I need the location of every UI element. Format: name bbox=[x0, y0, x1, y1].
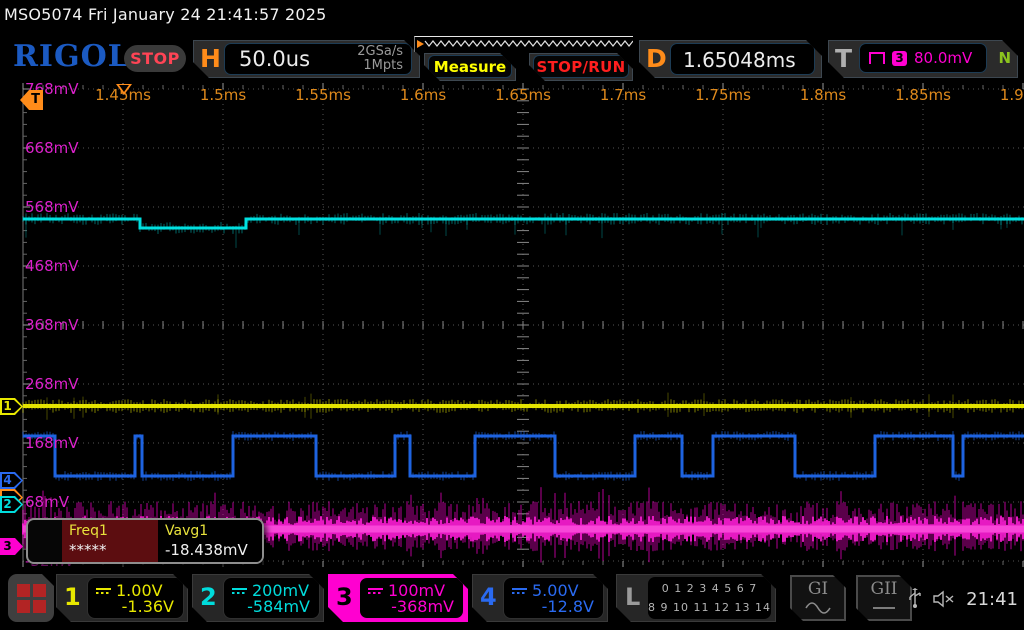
dc-coupling-icon bbox=[368, 588, 383, 594]
rigol-logo: RIGOL bbox=[13, 39, 130, 74]
channel-marker-4[interactable]: 4 bbox=[0, 472, 23, 489]
trigger-source-badge: 3 bbox=[892, 51, 907, 66]
sine-icon bbox=[805, 602, 831, 614]
waveform-canvas bbox=[0, 82, 1024, 568]
trigger-level-value: 80.0mV bbox=[914, 49, 972, 67]
time-label: 1.6ms bbox=[400, 86, 446, 104]
measure-item-vavg1[interactable]: Vavg1 -18.438mV bbox=[158, 520, 262, 562]
logic-channels-status[interactable]: L 0 1 2 3 4 5 6 7 8 9 10 11 12 13 14 15 bbox=[616, 574, 776, 622]
top-bar: MSO5074 Fri January 24 21:41:57 2025 bbox=[0, 0, 1024, 30]
h-label: H bbox=[200, 44, 221, 73]
menu-grid-icon bbox=[17, 584, 30, 597]
horizontal-timebase-panel[interactable]: H 50.0us 2GSa/s 1Mpts bbox=[193, 40, 420, 78]
d-label: D bbox=[646, 44, 667, 73]
channel-marker-1[interactable]: 1 bbox=[0, 398, 23, 415]
measure-item-freq1[interactable]: Freq1 ***** bbox=[62, 520, 158, 562]
timebase-box: 50.0us 2GSa/s 1Mpts bbox=[224, 43, 412, 75]
time-label: 1.9ms bbox=[1000, 86, 1024, 104]
channel4-offset: -12.8V bbox=[542, 597, 594, 616]
usb-icon bbox=[908, 588, 922, 610]
channel-marker-3[interactable]: 3 bbox=[0, 538, 23, 555]
volt-label: 568mV bbox=[25, 198, 79, 216]
channel4-status[interactable]: 4 5.00V -12.8V bbox=[472, 574, 608, 622]
volt-label: 468mV bbox=[25, 257, 79, 275]
channel1-status[interactable]: 1 1.00V -1.36V bbox=[56, 574, 188, 622]
preview-position-arrow-icon bbox=[417, 40, 424, 48]
trigger-mode: N bbox=[998, 49, 1011, 67]
run-state-indicator: STOP bbox=[124, 45, 186, 72]
bottom-status-bar: 1 1.00V -1.36V 2 200mV -584mV 3 100mV -3… bbox=[0, 568, 1024, 630]
volt-label: 668mV bbox=[25, 139, 79, 157]
time-label: 1.7ms bbox=[600, 86, 646, 104]
volt-label: 168mV bbox=[25, 434, 79, 452]
time-label: 1.55ms bbox=[295, 86, 351, 104]
channel2-status[interactable]: 2 200mV -584mV bbox=[192, 574, 324, 622]
model-and-datetime: MSO5074 Fri January 24 21:41:57 2025 bbox=[4, 5, 327, 24]
measure-button[interactable]: Measure bbox=[424, 53, 516, 81]
waveform-display-area: 1.45ms1.5ms1.55ms1.6ms1.65ms1.7ms1.75ms1… bbox=[0, 82, 1024, 568]
dc-coupling-icon bbox=[96, 588, 111, 594]
channel3-offset: -368mV bbox=[391, 597, 454, 616]
dc-coupling-icon bbox=[512, 588, 527, 594]
channel1-offset: -1.36V bbox=[122, 597, 174, 616]
oscilloscope-screen: MSO5074 Fri January 24 21:41:57 2025 RIG… bbox=[0, 0, 1024, 630]
generator1-button[interactable]: GI bbox=[790, 575, 846, 621]
waveform-preview-strip[interactable] bbox=[414, 36, 633, 52]
trigger-panel[interactable]: T 3 80.0mV N bbox=[828, 40, 1018, 78]
line-icon bbox=[871, 602, 897, 614]
measurement-popup: Freq1 ***** Vavg1 -18.438mV bbox=[26, 518, 264, 564]
channel3-status[interactable]: 3 100mV -368mV bbox=[328, 574, 468, 622]
stop-run-button[interactable]: STOP/RUN bbox=[529, 53, 633, 81]
timebase-value: 50.0us bbox=[239, 47, 310, 71]
clock: 21:41 bbox=[966, 589, 1018, 610]
header-bar: RIGOL STOP H 50.0us 2GSa/s 1Mpts Measure bbox=[0, 30, 1024, 82]
channel2-offset: -584mV bbox=[247, 597, 310, 616]
time-label: 1.5ms bbox=[200, 86, 246, 104]
logic-row-8-15: 8 9 10 11 12 13 14 15 bbox=[648, 598, 771, 630]
generator2-button[interactable]: GII bbox=[856, 575, 912, 621]
status-icons: 21:41 bbox=[908, 568, 1018, 630]
time-label: 1.75ms bbox=[695, 86, 751, 104]
t-label: T bbox=[835, 44, 852, 73]
logic-row-0-7: 0 1 2 3 4 5 6 7 bbox=[648, 579, 771, 598]
measure-popup-spacer bbox=[28, 520, 62, 562]
sample-rate-memdepth: 2GSa/s 1Mpts bbox=[357, 45, 403, 73]
menu-button[interactable] bbox=[8, 574, 54, 622]
time-label: 1.8ms bbox=[800, 86, 846, 104]
trigger-box: 3 80.0mV bbox=[859, 43, 987, 73]
delay-panel[interactable]: D 1.65048ms bbox=[639, 40, 822, 78]
volt-label: 268mV bbox=[25, 375, 79, 393]
delay-value: 1.65048ms bbox=[683, 48, 796, 72]
time-label: 1.65ms bbox=[495, 86, 551, 104]
trigger-position-marker[interactable] bbox=[116, 84, 132, 95]
volt-label: 368mV bbox=[25, 316, 79, 334]
delay-box: 1.65048ms bbox=[670, 43, 815, 75]
volt-label: 68mV bbox=[25, 493, 69, 511]
dc-coupling-icon bbox=[232, 588, 247, 594]
time-label: 1.85ms bbox=[895, 86, 951, 104]
preview-zigzag bbox=[415, 37, 633, 52]
channel-marker-2[interactable]: 2 bbox=[0, 496, 23, 513]
speaker-muted-icon bbox=[932, 590, 956, 608]
trigger-pulse-icon bbox=[869, 52, 885, 64]
